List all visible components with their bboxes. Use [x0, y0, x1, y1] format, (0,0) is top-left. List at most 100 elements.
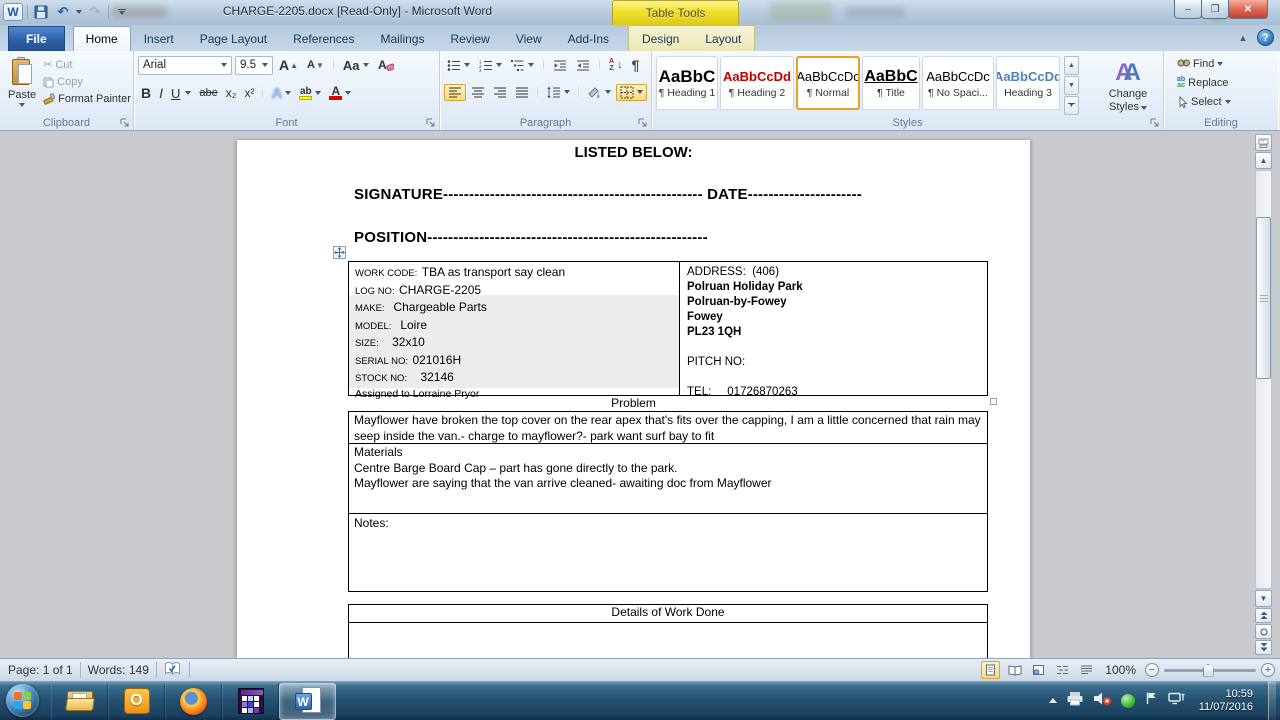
action-center-flag-icon[interactable]	[1144, 691, 1158, 710]
proofing-status-icon[interactable]	[164, 661, 182, 679]
problem-table[interactable]: Mayflower have broken the top cover on t…	[348, 411, 988, 592]
scrollbar-thumb[interactable]	[1256, 216, 1271, 380]
save-button[interactable]	[32, 3, 50, 21]
zoom-level[interactable]: 100%	[1105, 663, 1136, 677]
styles-more-button[interactable]: ▼	[1064, 96, 1079, 115]
find-button[interactable]: Find	[1174, 57, 1274, 71]
styles-dialog-launcher[interactable]	[1150, 118, 1160, 128]
tab-design[interactable]: Design	[629, 26, 692, 51]
tab-references[interactable]: References	[280, 26, 367, 51]
font-name-combo[interactable]: Arial	[138, 55, 232, 75]
style-title[interactable]: AaBbC ¶ Title	[862, 56, 920, 110]
multilevel-list-button[interactable]	[508, 58, 537, 73]
tab-add-ins[interactable]: Add-Ins	[555, 26, 622, 51]
sort-button[interactable]: AZ ↓	[606, 57, 626, 73]
scroll-down-arrow[interactable]: ▼	[1255, 590, 1272, 607]
change-case-button[interactable]: Aa	[340, 57, 372, 74]
paste-button[interactable]: Paste	[4, 55, 40, 109]
font-color-button[interactable]: A	[326, 85, 354, 101]
tab-home[interactable]: Home	[72, 26, 131, 51]
close-button[interactable]: ✕	[1228, 0, 1268, 19]
taskbar-firefox-button[interactable]	[165, 682, 222, 720]
clipboard-dialog-launcher[interactable]	[120, 118, 130, 128]
word-app-icon[interactable]: W	[3, 3, 23, 21]
shrink-font-button[interactable]: A ▼	[304, 58, 327, 72]
tray-expand-icon[interactable]	[1048, 698, 1057, 703]
paragraph-dialog-launcher[interactable]	[638, 118, 648, 128]
tab-page-layout[interactable]: Page Layout	[187, 26, 280, 51]
start-button[interactable]	[6, 684, 39, 717]
volume-muted-tray-icon[interactable]	[1093, 691, 1112, 711]
undo-dropdown[interactable]	[76, 10, 82, 14]
justify-button[interactable]	[512, 85, 532, 100]
align-right-button[interactable]	[490, 85, 510, 100]
taskbar-outlook-button[interactable]: O	[108, 682, 165, 720]
styles-scroll-down[interactable]: ▼	[1064, 76, 1079, 95]
underline-button[interactable]: U	[168, 85, 194, 102]
redo-button[interactable]: ↷	[86, 3, 104, 21]
style-no-spacing[interactable]: AaBbCcDc ¶ No Spaci...	[922, 56, 994, 110]
previous-page-button[interactable]	[1255, 608, 1272, 623]
table-move-handle[interactable]	[333, 246, 346, 259]
draft-view-button[interactable]	[1077, 661, 1096, 679]
format-painter-button[interactable]: Format Painter	[40, 92, 134, 106]
clear-formatting-button[interactable]: A	[375, 57, 397, 73]
select-browse-object-button[interactable]	[1255, 624, 1272, 639]
tab-view[interactable]: View	[503, 26, 555, 51]
next-page-button[interactable]	[1255, 640, 1272, 655]
page-count[interactable]: Page: 1 of 1	[8, 663, 73, 677]
line-spacing-button[interactable]	[543, 85, 573, 100]
select-button[interactable]: Select	[1174, 95, 1274, 109]
style-heading3[interactable]: AaBbCcDd Heading 3	[996, 56, 1060, 110]
ruler-toggle-button[interactable]	[1255, 134, 1272, 151]
undo-button[interactable]: ↶	[54, 3, 72, 21]
minimize-button[interactable]: –	[1174, 0, 1202, 19]
document-page[interactable]: LISTED BELOW: SIGNATURE-----------------…	[237, 140, 1030, 658]
restore-button[interactable]: ❐	[1201, 0, 1229, 19]
tab-file[interactable]: File	[8, 26, 65, 51]
tab-mailings[interactable]: Mailings	[367, 26, 437, 51]
help-button[interactable]: ?	[1257, 29, 1274, 46]
printer-tray-icon[interactable]	[1066, 691, 1084, 711]
zoom-in-button[interactable]: +	[1261, 663, 1275, 677]
show-hide-pilcrow-button[interactable]: ¶	[629, 56, 643, 74]
outline-view-button[interactable]	[1053, 661, 1072, 679]
styles-scroll-up[interactable]: ▲	[1064, 56, 1079, 75]
style-heading1[interactable]: AaBbC ¶ Heading 1	[656, 56, 718, 110]
details-table[interactable]: Details of Work Done	[348, 604, 988, 658]
word-count[interactable]: Words: 149	[88, 663, 149, 677]
bold-button[interactable]: B	[138, 84, 154, 102]
print-layout-view-button[interactable]	[981, 661, 1001, 679]
decrease-indent-button[interactable]	[550, 58, 570, 73]
show-desktop-button[interactable]	[1268, 681, 1276, 720]
copy-button[interactable]: Copy	[40, 75, 134, 89]
style-heading2[interactable]: AaBbCcDd ¶ Heading 2	[720, 56, 794, 110]
cut-button[interactable]: ✂ Cut	[40, 57, 134, 72]
tab-layout[interactable]: Layout	[692, 26, 754, 51]
borders-button[interactable]	[616, 83, 647, 101]
change-styles-button[interactable]: A A Change Styles	[1101, 56, 1155, 115]
tab-review[interactable]: Review	[437, 26, 502, 51]
status-tray-icon[interactable]	[1120, 693, 1135, 708]
network-tray-icon[interactable]	[1167, 691, 1186, 711]
grow-font-button[interactable]: A ▲	[276, 56, 301, 74]
strikethrough-button[interactable]: abe	[196, 86, 220, 100]
taskbar-word-button[interactable]: W	[279, 682, 336, 720]
italic-button[interactable]: I	[156, 84, 166, 102]
subscript-button[interactable]: x₂	[223, 85, 240, 101]
numbering-button[interactable]: 123	[476, 58, 505, 73]
align-center-button[interactable]	[468, 85, 488, 100]
zoom-slider[interactable]	[1164, 663, 1256, 677]
superscript-button[interactable]: x²	[241, 85, 257, 101]
text-effects-button[interactable]: A	[268, 84, 294, 103]
zoom-out-button[interactable]: −	[1145, 663, 1159, 677]
job-info-table[interactable]: WORK CODE: TBA as transport say clean LO…	[348, 261, 988, 400]
taskbar-app-button[interactable]	[222, 682, 279, 720]
web-layout-view-button[interactable]	[1029, 661, 1048, 679]
minimize-ribbon-button[interactable]: ▲	[1235, 30, 1251, 46]
align-left-button[interactable]	[444, 83, 466, 101]
taskbar-explorer-button[interactable]	[51, 682, 108, 720]
style-normal[interactable]: AaBbCcDc ¶ Normal	[796, 56, 860, 110]
scrollbar-track[interactable]	[1255, 170, 1272, 589]
highlight-button[interactable]: ab	[296, 86, 324, 101]
